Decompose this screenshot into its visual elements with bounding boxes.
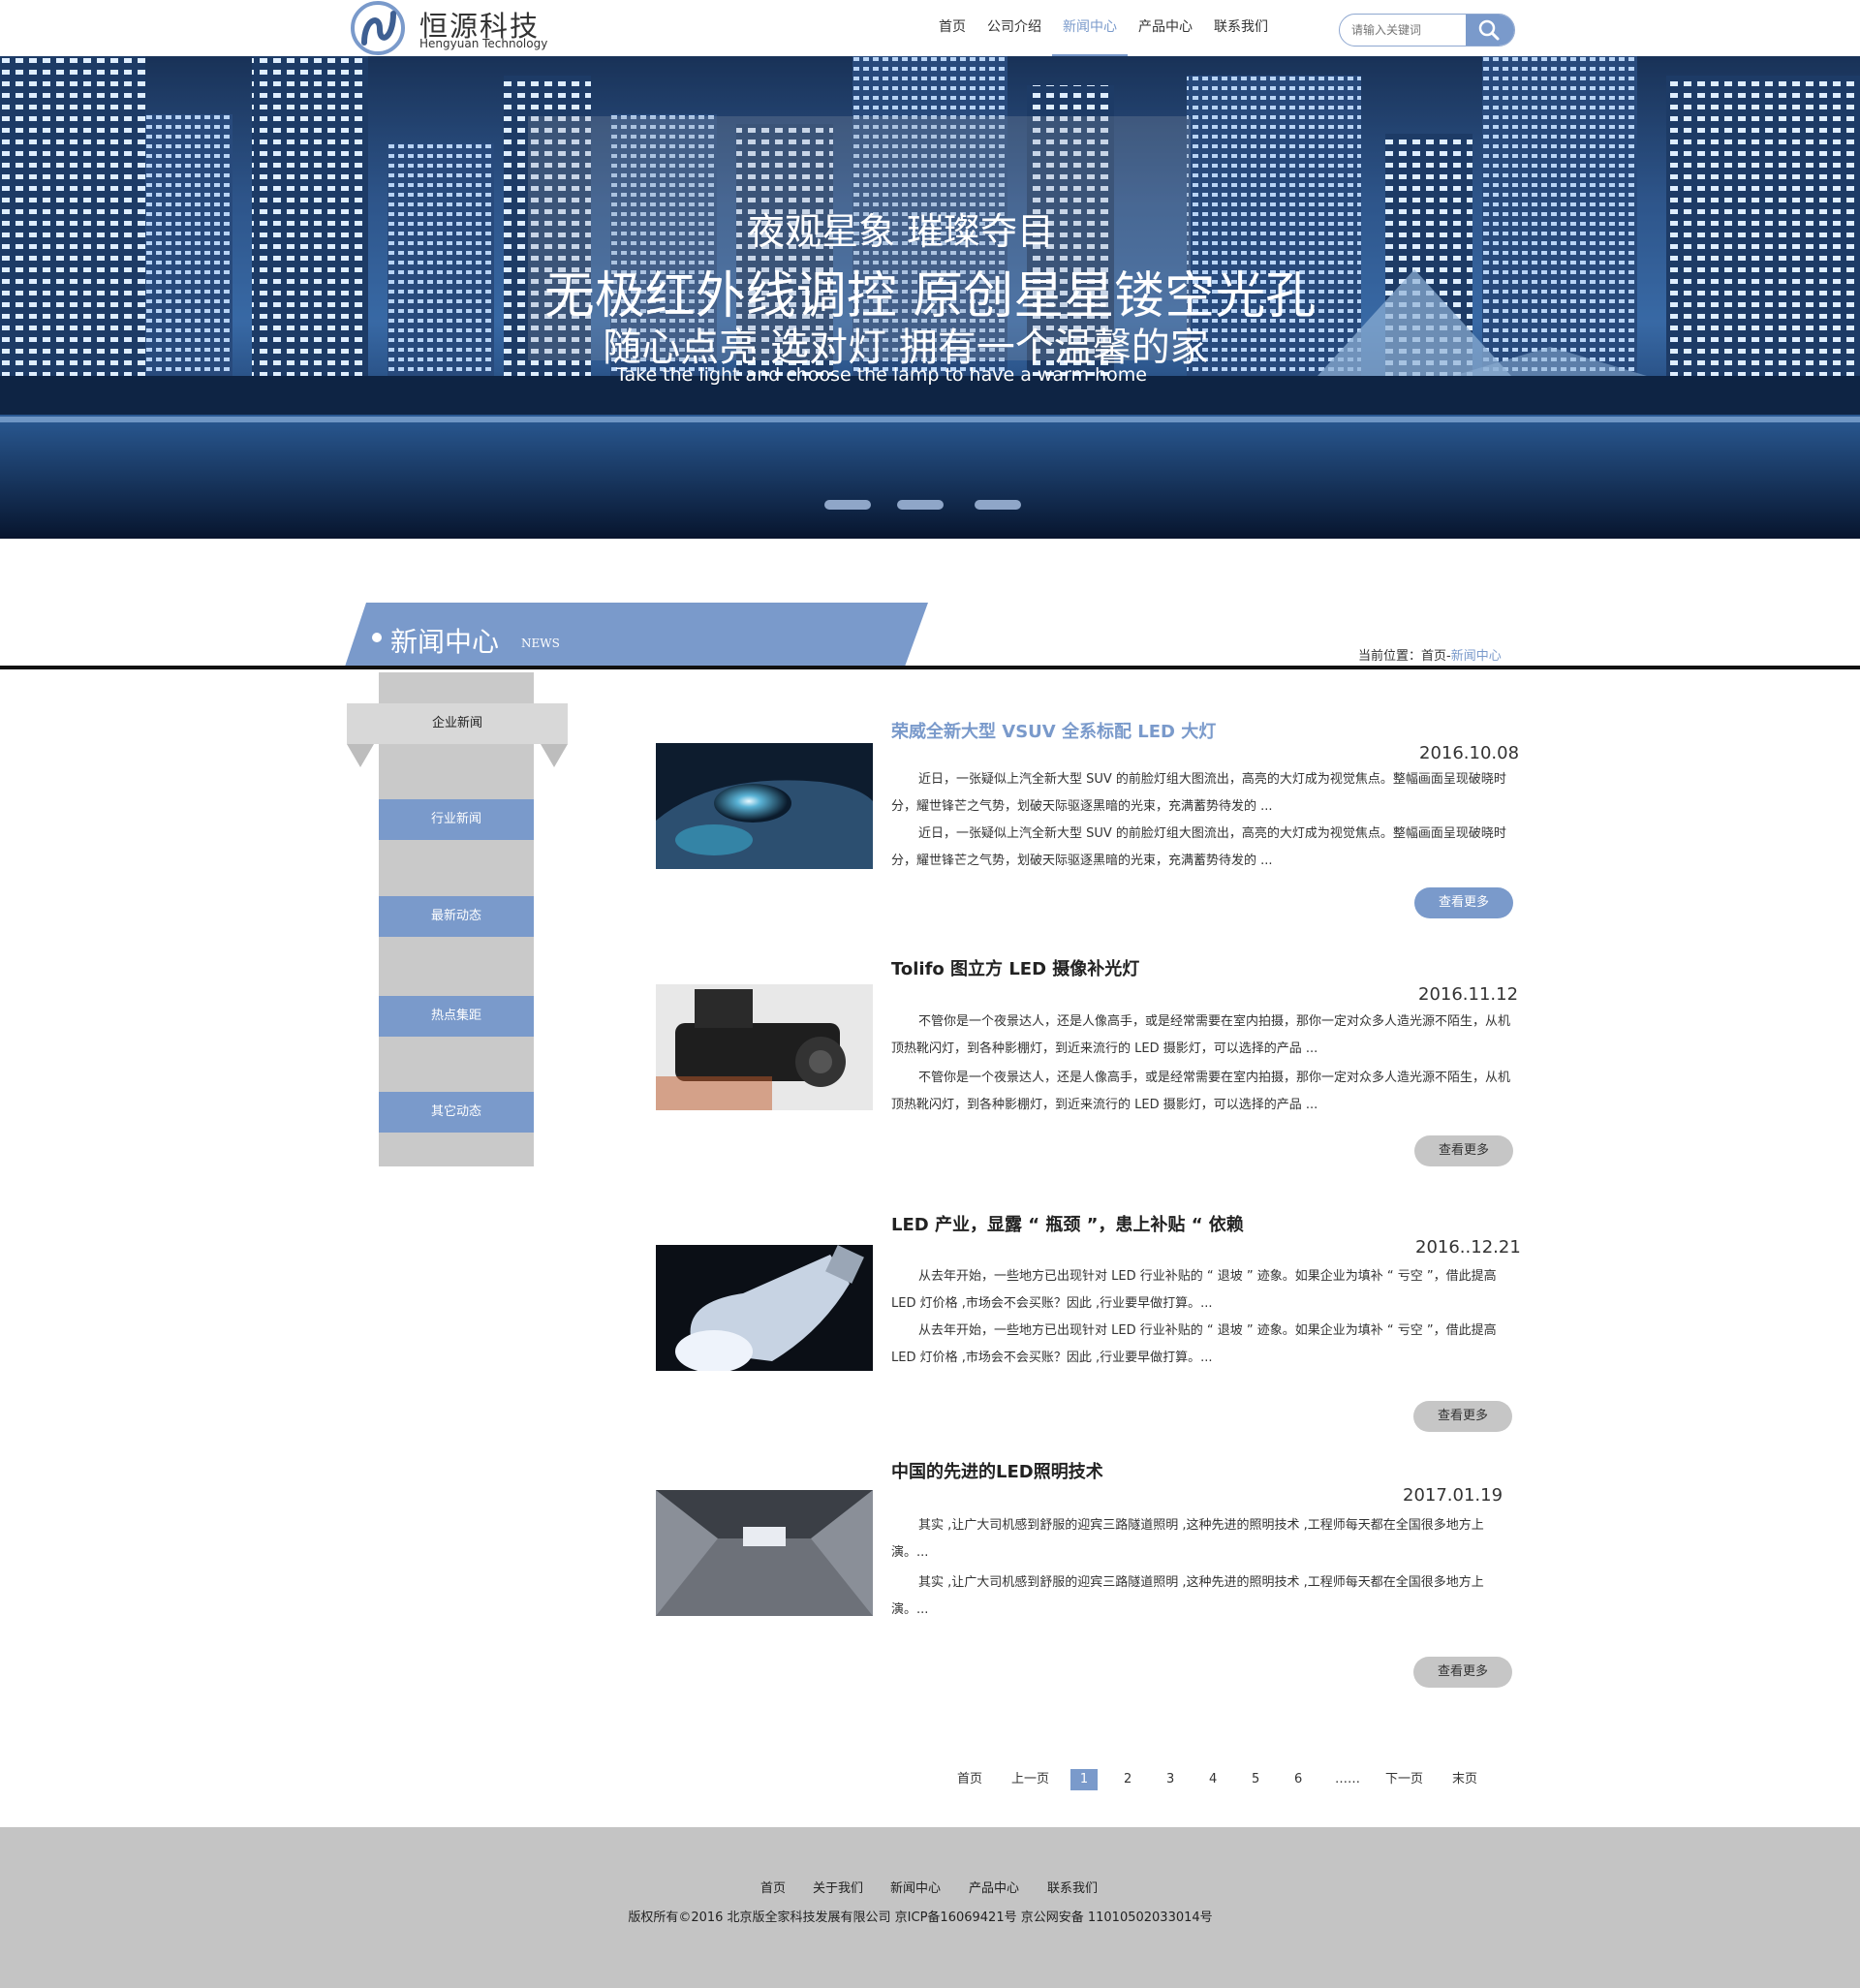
sidebar-header[interactable]: 企业新闻 [347, 703, 568, 744]
page-next[interactable]: 下一页 [1385, 1769, 1423, 1790]
footer-link-about[interactable]: 关于我们 [813, 1878, 863, 1896]
search-input[interactable] [1349, 15, 1475, 46]
logo-icon[interactable] [351, 0, 409, 56]
banner-tagline: Take the light and choose the lamp to ha… [616, 364, 1147, 386]
news-excerpt: 近日，一张疑似上汽全新大型 SUV 的前脸灯组大图流出，高亮的大灯成为视觉焦点。… [891, 826, 1506, 868]
sidebar-fold-left [347, 744, 374, 767]
news-image-bulb[interactable] [656, 1245, 873, 1371]
footer-link-home[interactable]: 首页 [760, 1878, 786, 1896]
search-button[interactable] [1466, 15, 1514, 46]
brand-name-en: Hengyuan Technology [419, 37, 548, 50]
section-subtitle: NEWS [521, 637, 560, 650]
read-more-button[interactable]: 查看更多 [1413, 1401, 1512, 1432]
read-more-button[interactable]: 查看更多 [1414, 1135, 1513, 1166]
news-excerpt: 不管你是一个夜景达人，还是人像高手，或是经常需要在室内拍摄，那你一定对众多人造光… [891, 1014, 1511, 1056]
news-excerpt: 其实 ,让广大司机感到舒服的迎宾三路隧道照明 ,这种先进的照明技术 ,工程师每天… [891, 1575, 1484, 1617]
news-image-tunnel[interactable] [656, 1490, 873, 1616]
breadcrumb-current[interactable]: 新闻中心 [1451, 649, 1502, 664]
bullet-icon [372, 633, 382, 642]
news-excerpt: 从去年开始，一些地方已出现针对 LED 行业补贴的 “ 退坡 ” 迹象。如果企业… [891, 1323, 1497, 1365]
page-ellipsis: …… [1335, 1772, 1360, 1786]
search-box [1339, 14, 1515, 47]
search-icon [1478, 19, 1500, 41]
nav-about[interactable]: 公司介绍 [976, 0, 1052, 54]
page-first[interactable]: 首页 [957, 1769, 982, 1790]
sidebar-item-other[interactable]: 其它动态 [379, 1092, 534, 1133]
breadcrumb-prefix[interactable]: 当前位置：首页- [1358, 649, 1451, 664]
page-number[interactable]: 5 [1252, 1769, 1259, 1790]
news-image-camcorder[interactable] [656, 984, 873, 1110]
footer-link-contact[interactable]: 联系我们 [1047, 1878, 1098, 1896]
news-title[interactable]: Tolifo 图立方 LED 摄像补光灯 [891, 955, 1139, 980]
slide-dot-1[interactable] [824, 500, 871, 510]
section-title: 新闻中心 [390, 626, 500, 658]
read-more-button[interactable]: 查看更多 [1413, 1657, 1512, 1688]
sidebar-item-industry-news[interactable]: 行业新闻 [379, 799, 534, 840]
news-title[interactable]: 荣威全新大型 VSUV 全系标配 LED 大灯 [891, 718, 1216, 743]
page-number[interactable]: 4 [1209, 1769, 1217, 1790]
news-date: 2017.01.19 [1403, 1485, 1504, 1506]
nav-news[interactable]: 新闻中心 [1052, 0, 1128, 56]
news-excerpt: 近日，一张疑似上汽全新大型 SUV 的前脸灯组大图流出，高亮的大灯成为视觉焦点。… [891, 772, 1506, 814]
page-number[interactable]: 6 [1294, 1769, 1302, 1790]
slide-dot-3[interactable] [975, 500, 1021, 510]
news-date: 2016..12.21 [1415, 1237, 1521, 1258]
page-number[interactable]: 3 [1166, 1769, 1174, 1790]
read-more-button[interactable]: 查看更多 [1414, 887, 1513, 918]
page-number[interactable]: 2 [1124, 1769, 1132, 1790]
news-date: 2016.11.12 [1418, 984, 1519, 1005]
footer-link-news[interactable]: 新闻中心 [890, 1878, 941, 1896]
footer-copyright: 版权所有©2016 北京版全家科技发展有限公司 京ICP备16069421号 京… [628, 1910, 1213, 1925]
section-divider [0, 666, 1860, 669]
nav-contact[interactable]: 联系我们 [1203, 0, 1279, 54]
nav-home[interactable]: 首页 [928, 0, 976, 54]
news-title[interactable]: LED 产业，显露 “ 瓶颈 ”，患上补贴 “ 依赖 [891, 1211, 1244, 1236]
banner-headline-1: 夜观星象 璀璨夺目 [747, 210, 1055, 253]
breadcrumb: 当前位置：首页-新闻中心 [1358, 645, 1502, 664]
page-last[interactable]: 末页 [1452, 1769, 1477, 1790]
page-number[interactable]: 1 [1070, 1769, 1098, 1790]
news-image-car[interactable] [656, 743, 873, 869]
sidebar-fold-right [541, 744, 568, 767]
news-excerpt: 不管你是一个夜景达人，还是人像高手，或是经常需要在室内拍摄，那你一定对众多人造光… [891, 1071, 1511, 1112]
news-excerpt: 其实 ,让广大司机感到舒服的迎宾三路隧道照明 ,这种先进的照明技术 ,工程师每天… [891, 1518, 1484, 1560]
news-date: 2016.10.08 [1419, 743, 1520, 763]
sidebar-item-hot[interactable]: 热点集距 [379, 996, 534, 1037]
page-prev[interactable]: 上一页 [1011, 1769, 1049, 1790]
slide-dot-2[interactable] [897, 500, 944, 510]
nav-products[interactable]: 产品中心 [1128, 0, 1203, 54]
footer-link-products[interactable]: 产品中心 [969, 1878, 1019, 1896]
news-excerpt: 从去年开始，一些地方已出现针对 LED 行业补贴的 “ 退坡 ” 迹象。如果企业… [891, 1269, 1497, 1311]
news-title[interactable]: 中国的先进的LED照明技术 [891, 1458, 1103, 1483]
main-nav: 首页 公司介绍 新闻中心 产品中心 联系我们 [928, 0, 1279, 56]
sidebar-item-latest[interactable]: 最新动态 [379, 896, 534, 937]
